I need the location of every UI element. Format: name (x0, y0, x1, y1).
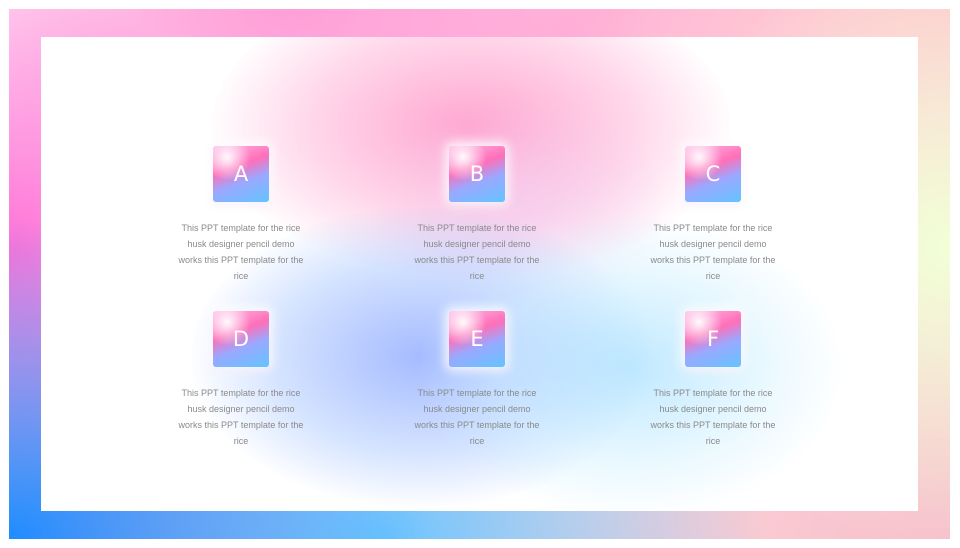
slide: A This PPT template for the rice husk de… (0, 0, 960, 548)
letter-tile: C (685, 146, 741, 202)
tile-letter: B (469, 162, 485, 186)
letter-tile: F (685, 311, 741, 367)
item-a: A This PPT template for the rice husk de… (176, 146, 306, 284)
item-b: B This PPT template for the rice husk de… (412, 146, 542, 284)
item-description: This PPT template for the rice husk desi… (414, 388, 540, 446)
item-description: This PPT template for the rice husk desi… (650, 223, 776, 281)
item-f: F This PPT template for the rice husk de… (648, 311, 778, 449)
item-description: This PPT template for the rice husk desi… (650, 388, 776, 446)
item-description: This PPT template for the rice husk desi… (414, 223, 540, 281)
letter-tile: A (213, 146, 269, 202)
letter-tile: D (213, 311, 269, 367)
tile-letter: F (706, 327, 720, 351)
item-d: D This PPT template for the rice husk de… (176, 311, 306, 449)
tile-letter: D (232, 327, 250, 351)
item-description: This PPT template for the rice husk desi… (178, 388, 304, 446)
item-c: C This PPT template for the rice husk de… (648, 146, 778, 284)
letter-tile: E (449, 311, 505, 367)
tile-letter: A (233, 162, 249, 186)
item-description: This PPT template for the rice husk desi… (178, 223, 304, 281)
letter-tile: B (449, 146, 505, 202)
item-e: E This PPT template for the rice husk de… (412, 311, 542, 449)
tile-letter: E (470, 327, 484, 351)
content-panel: A This PPT template for the rice husk de… (41, 37, 918, 511)
tile-letter: C (705, 162, 721, 186)
